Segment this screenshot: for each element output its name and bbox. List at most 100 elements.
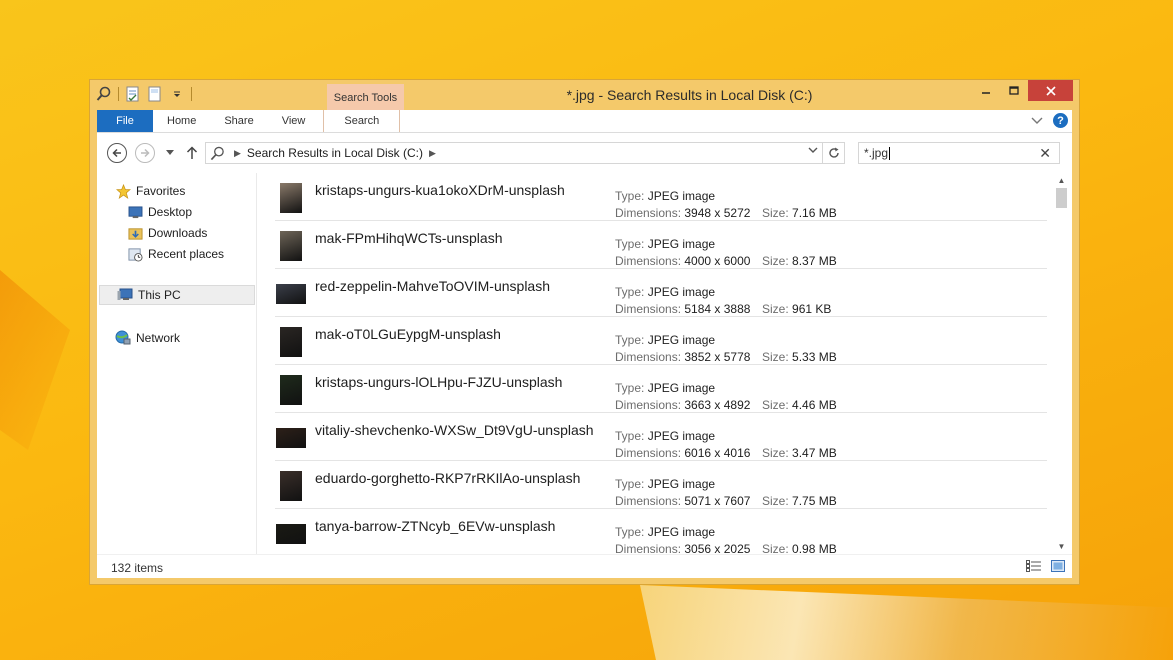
dimensions-value: 5071 x 7607 xyxy=(684,494,751,508)
type-value: JPEG image xyxy=(647,333,716,347)
dimensions-label: Dimensions: xyxy=(615,350,682,364)
clear-search-icon[interactable]: ✕ xyxy=(1039,145,1051,162)
size-value: 5.33 MB xyxy=(792,350,837,364)
thumbnail-image-icon xyxy=(276,428,306,448)
help-icon[interactable]: ? xyxy=(1053,113,1068,128)
scrollbar-thumb[interactable] xyxy=(1056,188,1067,208)
tab-view[interactable]: View xyxy=(268,110,320,132)
type-label: Type: xyxy=(615,237,645,251)
size-label: Size: xyxy=(762,254,789,268)
address-bar[interactable]: ▶ Search Results in Local Disk (C:) ▶ xyxy=(205,142,845,164)
wallpaper-shape-left xyxy=(0,270,70,450)
file-row[interactable]: tanya-barrow-ZTNcyb_6EVw-unsplash Type: … xyxy=(275,509,1047,554)
size-value: 4.46 MB xyxy=(792,398,837,412)
type-label: Type: xyxy=(615,285,645,299)
address-history-dropdown-icon[interactable] xyxy=(808,146,818,157)
tab-file[interactable]: File xyxy=(97,110,153,132)
file-row[interactable]: mak-FPmHihqWCTs-unsplash Type: JPEG imag… xyxy=(275,221,1047,269)
close-button[interactable] xyxy=(1028,80,1073,101)
back-button[interactable] xyxy=(107,143,127,163)
large-icons-view-icon[interactable] xyxy=(1050,559,1066,573)
file-dimensions: Dimensions: 3948 x 5272 xyxy=(615,206,750,220)
ribbon: File Home Share View Search ? xyxy=(97,110,1072,133)
expand-ribbon-chevron-icon[interactable] xyxy=(1031,114,1043,128)
file-size: Size: 0.98 MB xyxy=(762,542,837,554)
file-list: kristaps-ungurs-kua1okoXDrM-unsplash Typ… xyxy=(267,173,1052,554)
size-label: Size: xyxy=(762,206,789,220)
tab-search[interactable]: Search xyxy=(323,110,401,132)
dimensions-label: Dimensions: xyxy=(615,398,682,412)
size-value: 961 KB xyxy=(792,302,832,316)
scroll-up-arrow-icon[interactable]: ▲ xyxy=(1054,173,1069,188)
file-row[interactable]: kristaps-ungurs-kua1okoXDrM-unsplash Typ… xyxy=(275,173,1047,221)
recent-locations-button[interactable] xyxy=(160,143,180,163)
file-dimensions: Dimensions: 3663 x 4892 xyxy=(615,398,750,412)
file-type: Type: JPEG image xyxy=(615,237,715,251)
file-type: Type: JPEG image xyxy=(615,477,715,491)
type-label: Type: xyxy=(615,477,645,491)
forward-button[interactable] xyxy=(135,143,155,163)
file-name: eduardo-gorghetto-RKP7rRKIlAo-unsplash xyxy=(315,470,581,486)
nav-recent-places[interactable]: Recent places xyxy=(127,244,224,264)
dimensions-value: 3663 x 4892 xyxy=(684,398,751,412)
nav-network[interactable]: Network xyxy=(115,328,180,348)
size-value: 3.47 MB xyxy=(792,446,837,460)
nav-favorites[interactable]: Favorites xyxy=(115,181,185,201)
maximize-button[interactable] xyxy=(1000,80,1028,101)
nav-desktop[interactable]: Desktop xyxy=(127,202,192,222)
file-name: kristaps-ungurs-lOLHpu-FJZU-unsplash xyxy=(315,374,563,390)
size-label: Size: xyxy=(762,446,789,460)
file-name: red-zeppelin-MahveToOVIM-unsplash xyxy=(315,278,550,294)
type-value: JPEG image xyxy=(647,429,716,443)
file-dimensions: Dimensions: 5184 x 3888 xyxy=(615,302,750,316)
up-button[interactable] xyxy=(182,143,202,163)
search-query: *.jpg xyxy=(864,146,889,160)
nav-recent-places-label: Recent places xyxy=(148,247,225,261)
type-value: JPEG image xyxy=(647,381,716,395)
nav-downloads[interactable]: Downloads xyxy=(127,223,207,243)
file-name: mak-oT0LGuEypgM-unsplash xyxy=(315,326,501,342)
file-name: mak-FPmHihqWCTs-unsplash xyxy=(315,230,503,246)
file-size: Size: 4.46 MB xyxy=(762,398,837,412)
file-row[interactable]: vitaliy-shevchenko-WXSw_Dt9VgU-unsplash … xyxy=(275,413,1047,461)
view-switcher xyxy=(1026,559,1066,573)
scroll-down-arrow-icon[interactable]: ▼ xyxy=(1054,539,1069,554)
type-value: JPEG image xyxy=(647,525,716,539)
breadcrumb-chevron-icon[interactable]: ▶ xyxy=(429,148,436,159)
nav-this-pc[interactable]: This PC xyxy=(99,285,255,305)
nav-desktop-label: Desktop xyxy=(148,205,193,219)
minimize-icon xyxy=(982,91,990,94)
file-size: Size: 3.47 MB xyxy=(762,446,837,460)
breadcrumb-chevron-icon[interactable]: ▶ xyxy=(234,148,241,159)
file-row[interactable]: eduardo-gorghetto-RKP7rRKIlAo-unsplash T… xyxy=(275,461,1047,509)
type-value: JPEG image xyxy=(647,285,716,299)
file-row[interactable]: red-zeppelin-MahveToOVIM-unsplash Type: … xyxy=(275,269,1047,317)
close-icon xyxy=(1045,85,1056,96)
minimize-button[interactable] xyxy=(972,80,1000,101)
file-row[interactable]: kristaps-ungurs-lOLHpu-FJZU-unsplash Typ… xyxy=(275,365,1047,413)
dimensions-value: 3948 x 5272 xyxy=(684,206,751,220)
dimensions-label: Dimensions: xyxy=(615,494,682,508)
file-row[interactable]: mak-oT0LGuEypgM-unsplash Type: JPEG imag… xyxy=(275,317,1047,365)
forward-arrow-icon xyxy=(141,148,150,158)
size-value: 7.16 MB xyxy=(792,206,837,220)
tab-home[interactable]: Home xyxy=(153,110,210,132)
file-size: Size: 5.33 MB xyxy=(762,350,837,364)
thumbnail-image-icon xyxy=(280,471,302,501)
search-input[interactable]: *.jpg ✕ xyxy=(858,142,1060,164)
size-label: Size: xyxy=(762,350,789,364)
nav-network-label: Network xyxy=(136,331,181,345)
tab-share[interactable]: Share xyxy=(210,110,267,132)
dimensions-label: Dimensions: xyxy=(615,254,682,268)
title-bar: Search Tools *.jpg - Search Results in L… xyxy=(90,80,1079,110)
type-label: Type: xyxy=(615,333,645,347)
size-value: 8.37 MB xyxy=(792,254,837,268)
nav-downloads-label: Downloads xyxy=(148,226,208,240)
vertical-scrollbar[interactable]: ▲ ▼ xyxy=(1054,173,1069,554)
refresh-button[interactable] xyxy=(822,143,844,163)
breadcrumb-path[interactable]: Search Results in Local Disk (C:) xyxy=(247,146,423,160)
details-view-icon[interactable] xyxy=(1026,559,1042,573)
file-type: Type: JPEG image xyxy=(615,333,715,347)
refresh-icon xyxy=(828,147,839,158)
status-bar: 132 items xyxy=(97,554,1072,578)
